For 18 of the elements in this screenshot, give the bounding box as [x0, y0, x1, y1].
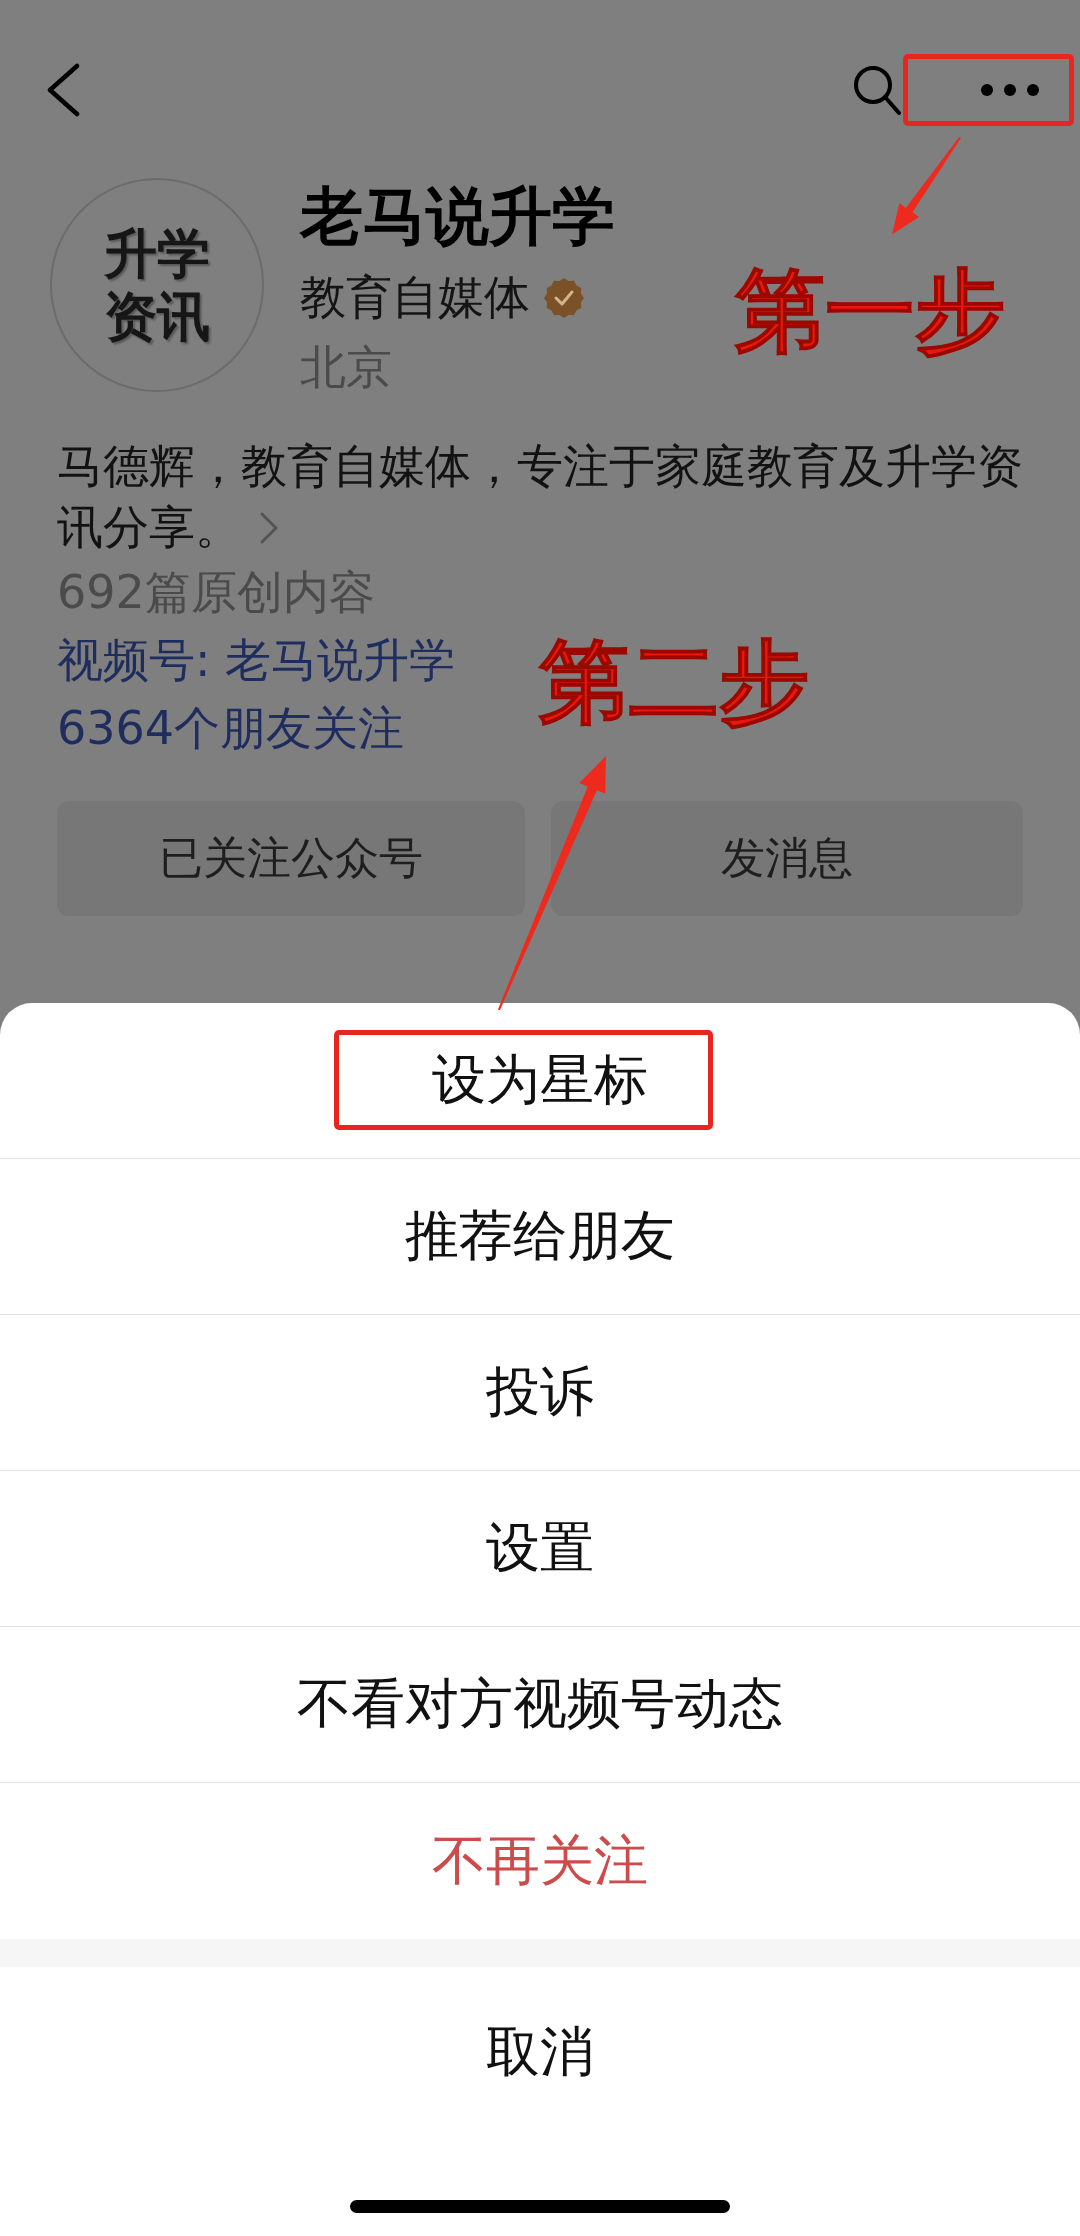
send-message-button[interactable]: 发消息	[551, 801, 1023, 916]
menu-item[interactable]: 不看对方视频号动态	[0, 1627, 1080, 1783]
account-category: 教育自媒体	[300, 269, 530, 326]
menu-item[interactable]: 设为星标	[0, 1003, 1080, 1159]
search-icon[interactable]	[852, 64, 902, 116]
bio-link[interactable]: 马德辉，教育自媒体，专注于家庭教育及升学资讯分享。	[57, 436, 1034, 558]
avatar-text: 升学资讯	[103, 222, 211, 348]
annotation-label: 第一步	[735, 266, 1005, 356]
chevron-right-icon	[259, 511, 279, 545]
menu-item[interactable]: 不再关注	[0, 1783, 1080, 1939]
menu-item[interactable]: 投诉	[0, 1315, 1080, 1471]
back-icon[interactable]	[45, 63, 81, 117]
followed-button[interactable]: 已关注公众号	[57, 801, 525, 916]
menu-item[interactable]: 设置	[0, 1471, 1080, 1627]
menu-item[interactable]: 推荐给朋友	[0, 1159, 1080, 1315]
more-icon[interactable]	[980, 83, 1040, 97]
account-name: 老马说升学	[300, 179, 615, 255]
annotation-label: 第二步	[539, 637, 809, 727]
